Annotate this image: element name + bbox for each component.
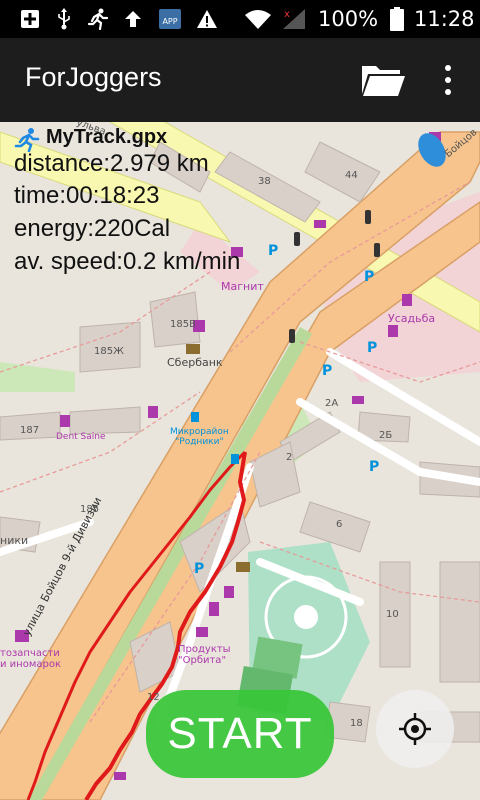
- map-label-bld-6: 6: [336, 519, 343, 530]
- usb-icon: [52, 7, 76, 31]
- running-icon: [86, 7, 110, 31]
- crosshair-icon: [399, 713, 431, 745]
- app-title: ForJoggers: [25, 62, 162, 92]
- map-label-bld-185zh: 185Ж: [94, 346, 124, 357]
- app-icon: APP: [158, 7, 182, 31]
- stat-energy: energy:220Cal: [14, 215, 171, 242]
- map-label-usadba: Усадьба: [388, 312, 436, 325]
- svg-text:P: P: [364, 269, 374, 285]
- runner-icon: [14, 128, 40, 153]
- map-label-dent-saine: Dent Saine: [56, 432, 106, 442]
- map-label-avtozapchasti: тозапчасти и иномарок: [0, 648, 62, 670]
- add-box-icon: [18, 7, 42, 31]
- map-label-niki: ники: [0, 534, 29, 547]
- start-button[interactable]: START: [146, 690, 334, 778]
- map-label-produkty-orbita: Продукты "Орбита": [178, 644, 231, 666]
- map-label-bld-44: 44: [345, 170, 358, 181]
- stat-distance: distance:2.979 km: [14, 150, 209, 177]
- map-label-magnit: Магнит: [221, 280, 264, 293]
- clock: 11:28: [414, 7, 475, 31]
- status-bar: APP x 100% 11:28: [0, 0, 480, 38]
- wifi-icon: [243, 7, 273, 31]
- svg-text:APP: APP: [162, 17, 177, 26]
- map-label-bld-10: 10: [386, 609, 399, 620]
- svg-text:P: P: [268, 243, 278, 259]
- overflow-menu-icon[interactable]: [434, 60, 462, 100]
- locate-button[interactable]: [376, 690, 454, 768]
- map-label-bld-187: 187: [20, 425, 40, 436]
- map-label-bld-2b: 2Б: [379, 430, 393, 441]
- battery-percent: 100%: [318, 7, 379, 31]
- stat-time: time:00:18:23: [14, 182, 160, 209]
- track-name: MyTrack.gpx: [46, 126, 168, 148]
- map-label-bld-185v: 185В: [170, 319, 196, 330]
- svg-text:x: x: [284, 9, 290, 20]
- svg-text:P: P: [322, 363, 332, 379]
- svg-text:P: P: [369, 459, 379, 475]
- map-label-bld-2: 2: [286, 452, 293, 463]
- folder-open-icon[interactable]: [360, 60, 406, 100]
- map-label-bld-18: 18: [350, 718, 363, 729]
- signal-icon: x: [280, 7, 308, 31]
- map-label-sberbank: Сбербанк: [167, 356, 223, 369]
- app-bar: ForJoggers: [0, 38, 480, 122]
- battery-icon: [384, 7, 410, 31]
- map-label-microdistrict: Микрорайон "Родники": [170, 427, 229, 447]
- stat-avg-speed: av. speed:0.2 km/min: [14, 248, 241, 275]
- svg-text:P: P: [367, 340, 377, 356]
- map-label-bld-2a: 2А: [325, 398, 339, 409]
- upload-icon: [121, 7, 145, 31]
- map-label-bld-38: 38: [258, 176, 271, 187]
- svg-text:P: P: [194, 561, 204, 577]
- warning-icon: [195, 7, 219, 31]
